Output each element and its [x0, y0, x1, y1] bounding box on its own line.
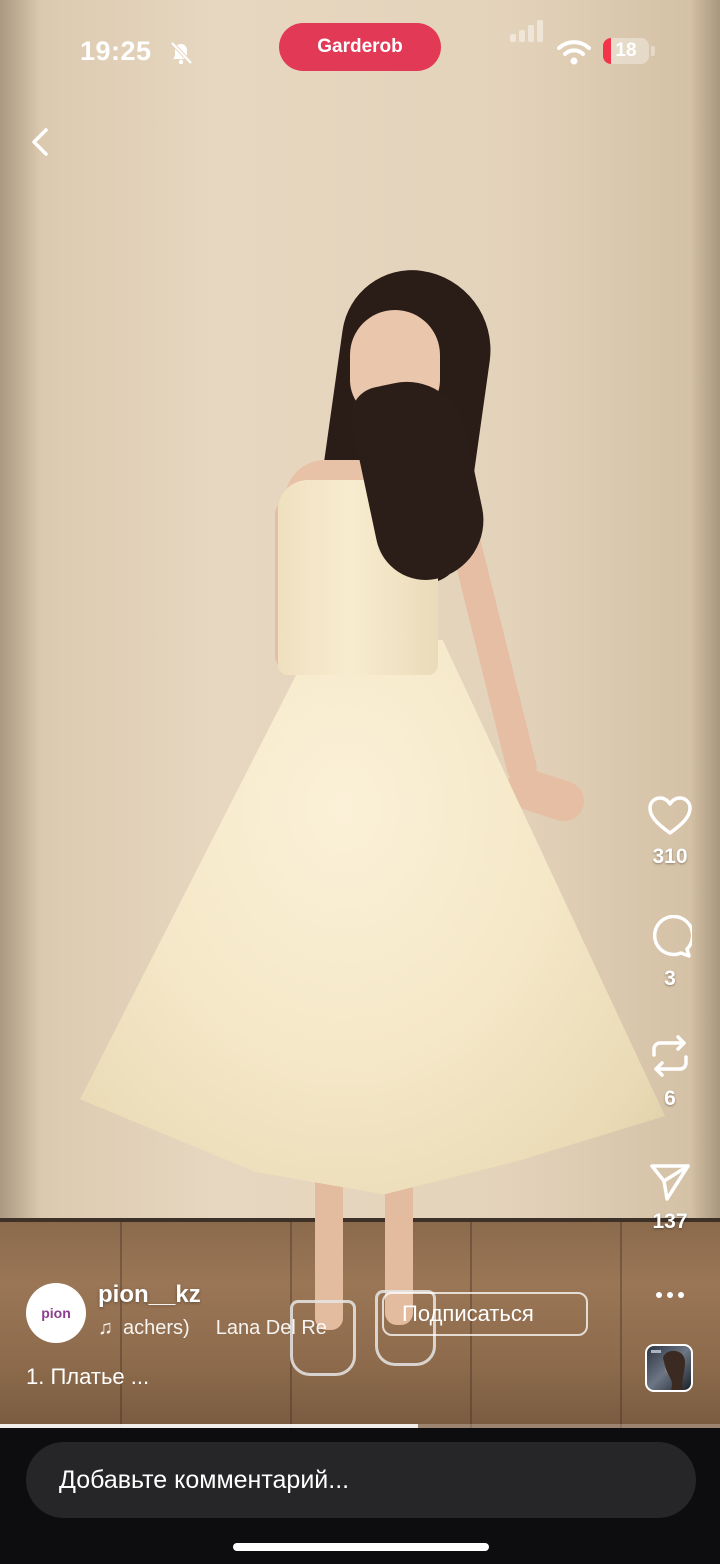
comment-input[interactable]: Добавьте комментарий... — [26, 1442, 696, 1518]
avatar-logo-text: pion — [41, 1305, 71, 1321]
floor-plank — [620, 1222, 622, 1428]
home-indicator — [233, 1543, 489, 1551]
heart-icon — [648, 796, 692, 835]
author-avatar[interactable]: pion — [26, 1283, 86, 1343]
more-dots-icon — [656, 1292, 684, 1298]
app-return-pill[interactable]: Garderob — [279, 23, 441, 71]
repost-button[interactable]: 6 — [636, 1033, 704, 1111]
audio-track-title: achers) — [123, 1317, 190, 1339]
like-count: 310 — [652, 845, 688, 868]
album-art-icon — [651, 1350, 685, 1390]
comment-bubble-icon — [652, 915, 692, 958]
audio-cover-thumbnail[interactable] — [645, 1344, 693, 1392]
chevron-left-icon — [32, 128, 48, 156]
wifi-icon — [557, 40, 591, 65]
like-button[interactable]: 310 — [636, 795, 704, 869]
author-username[interactable]: pion__kz — [98, 1281, 201, 1309]
reel-video[interactable] — [0, 0, 720, 1428]
battery-tip — [651, 46, 655, 56]
status-time: 19:25 — [80, 36, 152, 66]
comment-button[interactable]: 3 — [636, 915, 704, 991]
repost-count: 6 — [664, 1087, 676, 1110]
paper-plane-icon — [650, 1164, 690, 1201]
battery-percent: 18 — [615, 40, 637, 61]
battery-icon: 18 — [603, 38, 649, 64]
wall-shadow — [0, 0, 40, 1230]
post-caption[interactable]: 1. Платье ... — [26, 1364, 149, 1390]
follow-button[interactable]: Подписаться — [382, 1292, 588, 1336]
more-options-button[interactable] — [652, 1280, 688, 1310]
back-button[interactable] — [22, 122, 62, 162]
audio-artist: Lana Del Re — [215, 1317, 327, 1339]
bell-slash-icon — [170, 41, 193, 65]
share-button[interactable]: 137 — [636, 1162, 704, 1234]
music-note-icon: ♫ — [98, 1317, 113, 1339]
audio-attribution[interactable]: ♫ achers) Lana Del Re — [98, 1317, 363, 1345]
repost-icon — [652, 1035, 688, 1077]
dress-skirt — [80, 640, 665, 1195]
comment-count: 3 — [664, 967, 676, 990]
share-count: 137 — [652, 1210, 688, 1233]
